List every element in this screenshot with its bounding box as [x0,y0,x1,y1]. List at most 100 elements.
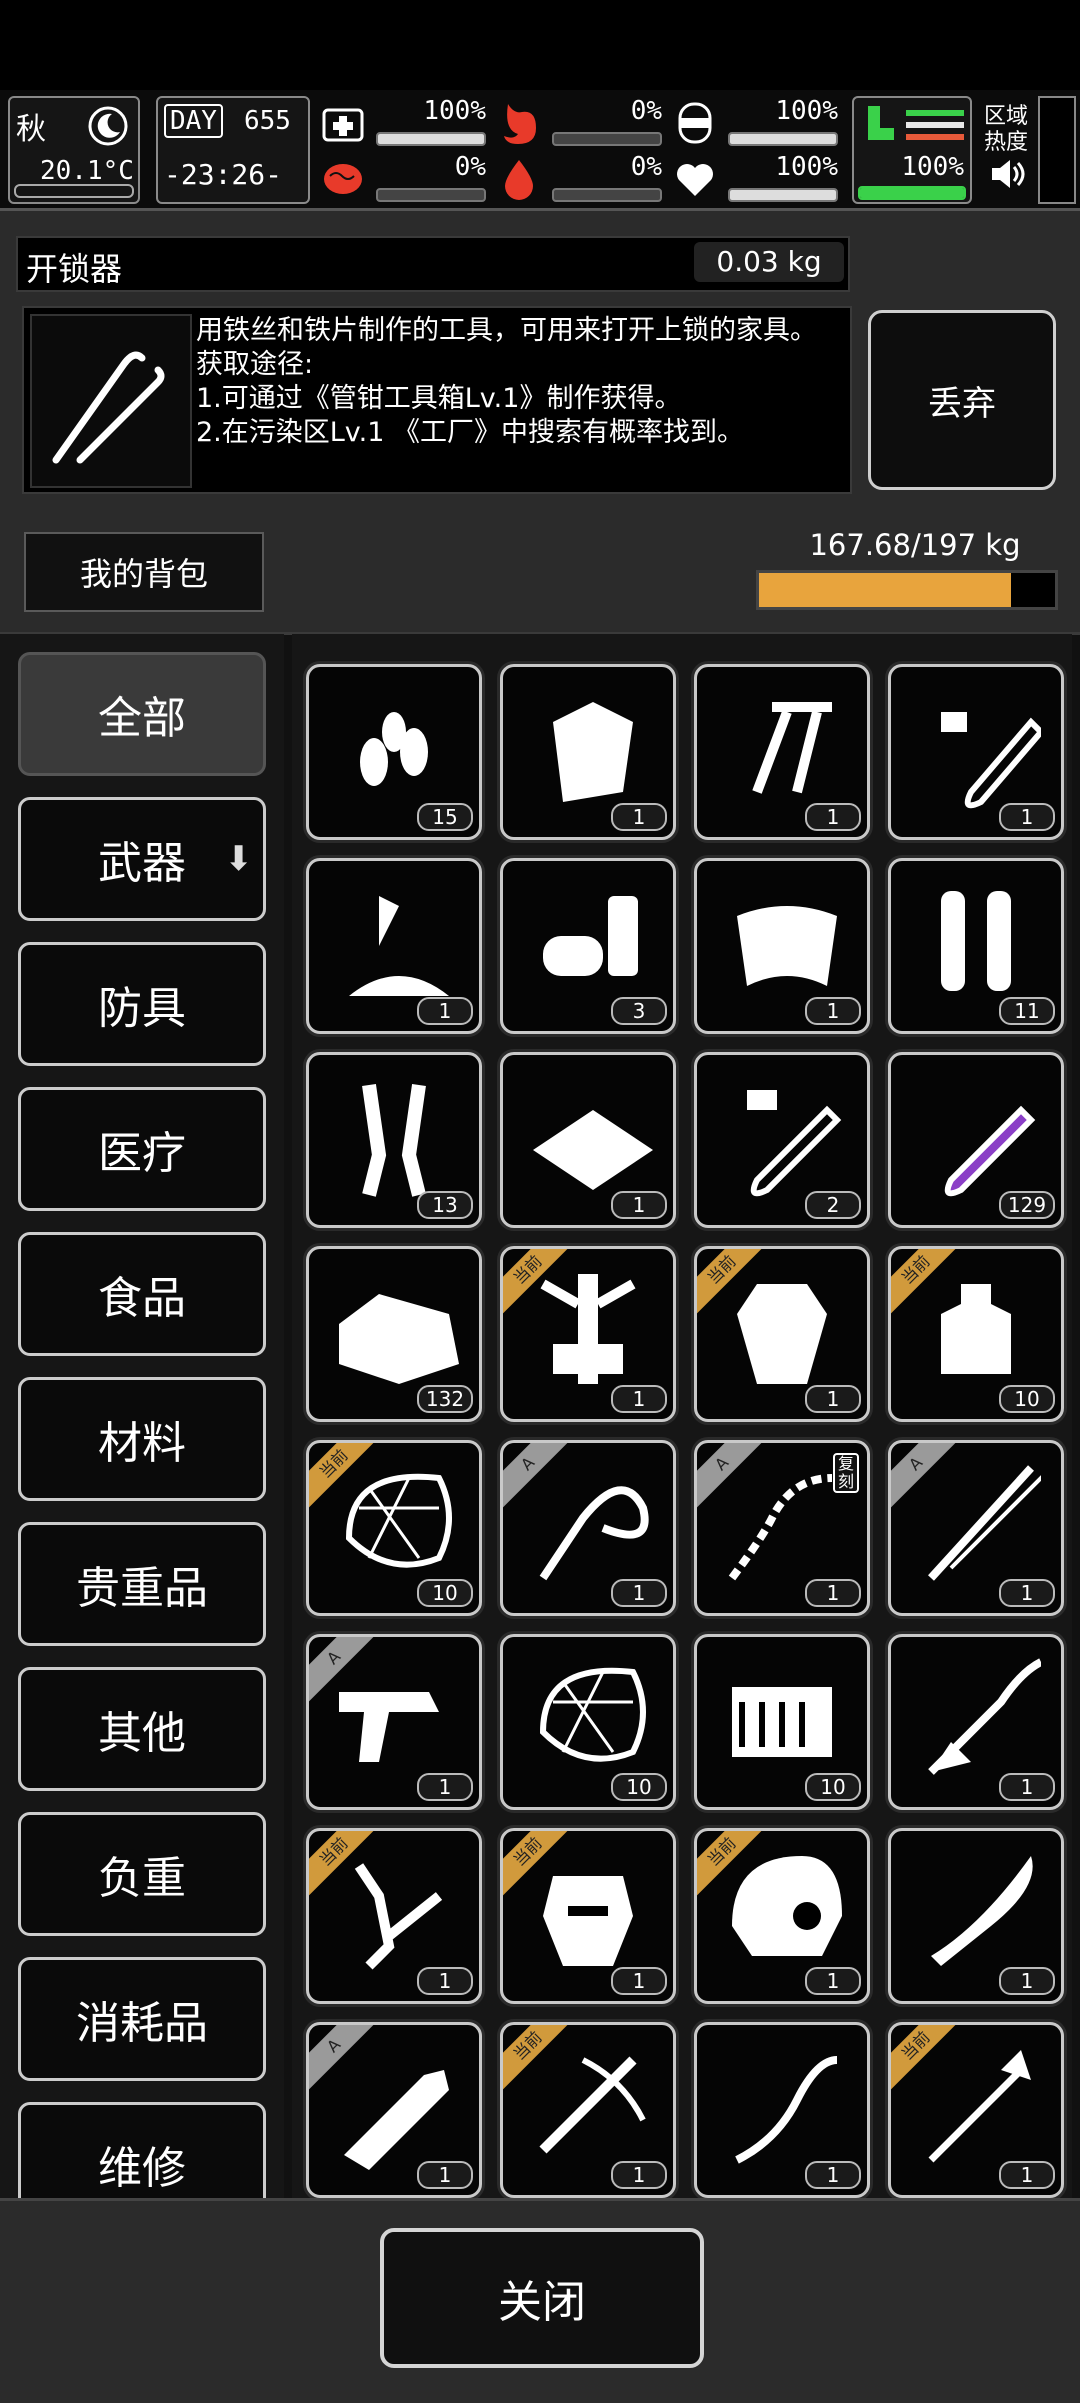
knife-icon [931,1856,1033,1966]
inventory-slot[interactable]: 当前 1 [500,1246,676,1422]
inventory-grid[interactable]: 15 1 1 1 1 3 1 11 13 1 2 129 132 当前 1 当前 1 当前 10 当前 10 A 1 A 复刻 1… [292,634,1072,2198]
category-tab[interactable]: 材料 [18,1377,266,1501]
inventory-slot[interactable]: 10 [694,1634,870,1810]
inventory-slot[interactable]: 当前 1 [306,1828,482,2004]
stat-value: 0% [630,96,662,126]
category-label: 食品 [98,1273,186,1324]
test-tube-iv-icon [747,1090,842,1197]
status-bar [0,0,1080,90]
category-tab[interactable]: 食品 [18,1232,266,1356]
pistol-icon [339,1692,439,1762]
inventory-slot[interactable]: 11 [888,858,1064,1034]
stamina-box: 100% [852,96,972,204]
category-tab[interactable]: 医疗 [18,1087,266,1211]
inventory-slot[interactable]: 132 [306,1246,482,1422]
item-count: 1 [611,1385,667,1413]
category-label: 防具 [98,983,186,1034]
inventory-slot[interactable]: A1 [888,1440,1064,1616]
item-count: 1 [805,1967,861,1995]
category-tab[interactable]: 负重 [18,1812,266,1936]
inventory-slot[interactable]: 10 [500,1634,676,1810]
category-label: 医疗 [98,1128,186,1179]
category-label: 维修 [98,2143,186,2194]
inventory-slot[interactable]: 1 [694,664,870,840]
inventory-slot[interactable]: 1 [888,1634,1064,1810]
inventory-slot[interactable]: 1 [888,664,1064,840]
category-sidebar[interactable]: 全部武器 ⬇ 防具医疗食品材料贵重品其他负重消耗品维修 [0,634,284,2198]
inventory-slot[interactable]: 15 [306,664,482,840]
item-description: 用铁丝和铁片制作的工具，可用来打开上锁的家具。 获取途径: 1.可通过《管钳工具… [196,314,836,450]
category-tab[interactable]: 全部 [18,652,266,776]
item-count: 10 [805,1773,861,1801]
spear-icon [928,2050,1031,2163]
stamina-stripe [906,122,964,128]
category-tab[interactable]: 其他 [18,1667,266,1791]
item-count: 1 [611,2161,667,2189]
category-tab[interactable]: 贵重品 [18,1522,266,1646]
category-label: 材料 [98,1418,186,1469]
vest-plate-icon [737,1284,827,1384]
description-line: 1.可通过《管钳工具箱Lv.1》制作获得。 [196,383,682,414]
item-count: 132 [417,1385,473,1413]
boot-icon [868,106,894,140]
curved-blade-icon [735,2056,838,2164]
inventory-slot[interactable]: 1 [888,1828,1064,2004]
inventory-slot[interactable]: 1 [500,664,676,840]
moon-icon [88,106,128,146]
inventory-slot[interactable]: 当前 10 [888,1246,1064,1422]
item-count: 13 [417,1191,473,1219]
category-tab[interactable]: 武器 ⬇ [18,797,266,921]
item-count: 1 [999,1773,1055,1801]
category-label: 贵重品 [76,1563,208,1614]
day-box: DAY 655 -23:26- [156,96,310,204]
category-label: 武器 [98,838,186,889]
inventory-slot[interactable]: 13 [306,1052,482,1228]
inventory-slot[interactable]: 当前 10 [306,1440,482,1616]
inventory-slot[interactable]: 2 [694,1052,870,1228]
cloth-bag-icon [553,702,633,802]
category-tab[interactable]: 消耗品 [18,1957,266,2081]
discard-button[interactable]: 丢弃 [868,310,1056,490]
stat-bar-fill [730,134,836,144]
description-line: 用铁丝和铁片制作的工具，可用来打开上锁的家具。 [196,315,817,346]
tentacle-staff-icon [928,1658,1041,1775]
category-tab[interactable]: 防具 [18,942,266,1066]
inventory-slot[interactable]: 当前 1 [888,2022,1064,2198]
stamina-bar-fill [860,188,964,198]
inventory-slot[interactable]: 1 [306,858,482,1034]
net-helmet-icon [345,1473,452,1568]
stat-value: 100% [423,96,486,126]
inventory-slot[interactable]: 当前 1 [500,1828,676,2004]
inventory-slot[interactable]: 129 [888,1052,1064,1228]
stat-bar [552,188,662,202]
item-count: 1 [999,1579,1055,1607]
category-tab[interactable]: 维修 [18,2102,266,2198]
inventory-slot[interactable]: 1 [500,1052,676,1228]
inventory-slot[interactable]: 当前 1 [694,1246,870,1422]
item-count: 1 [805,997,861,1025]
inventory-slot[interactable]: 1 [694,858,870,1034]
inventory-slot[interactable]: A 复刻 1 [694,1440,870,1616]
cans-icon [543,896,638,976]
medkit-icon [322,108,364,142]
inventory-slot[interactable]: 当前 1 [694,1828,870,2004]
inventory-slot[interactable]: A1 [306,2022,482,2198]
bag-weight: 167.68/197 kg [809,528,1021,562]
blood-drop-icon [505,160,533,200]
close-button[interactable]: 关闭 [380,2228,704,2368]
stat-bar [376,188,486,202]
inventory-slot[interactable]: 3 [500,858,676,1034]
speaker-icon[interactable] [990,158,1026,190]
ammo-box-icon [732,1687,832,1757]
stomach-icon [504,104,536,144]
item-count: 1 [805,1579,861,1607]
net-helmet-icon [539,1667,646,1762]
inventory-slot[interactable]: A1 [500,1440,676,1616]
my-backpack-label: 我的背包 [24,532,264,612]
description-line: 2.在污染区Lv.1 《工厂》中搜索有概率找到。 [196,417,745,448]
item-count: 10 [611,1773,667,1801]
inventory-slot[interactable]: 1 [694,2022,870,2198]
inventory-slot[interactable]: 当前 1 [500,2022,676,2198]
item-count: 3 [611,997,667,1025]
inventory-slot[interactable]: A1 [306,1634,482,1810]
